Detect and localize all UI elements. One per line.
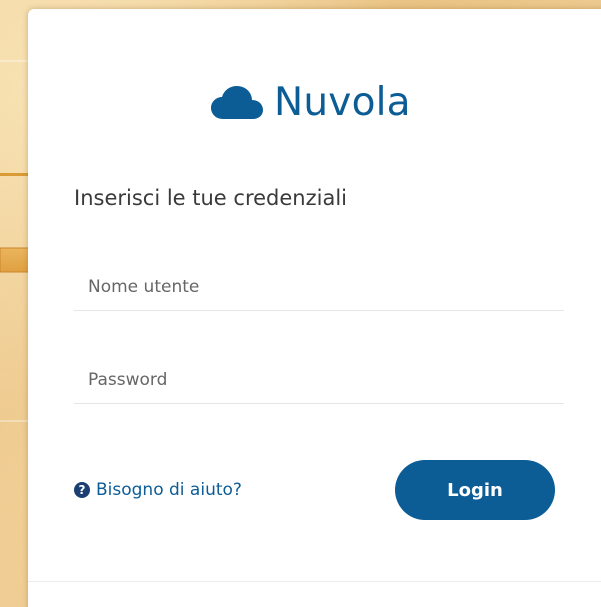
form-heading: Inserisci le tue credenziali <box>74 186 347 210</box>
help-link-label: Bisogno di aiuto? <box>96 480 242 500</box>
password-input[interactable] <box>74 356 564 404</box>
brand-name: Nuvola <box>274 80 411 125</box>
cloud-icon <box>211 85 263 119</box>
help-link[interactable]: ? Bisogno di aiuto? <box>74 480 242 500</box>
brand-logo: Nuvola <box>210 80 411 125</box>
login-button[interactable]: Login <box>395 460 555 520</box>
username-input[interactable] <box>74 263 564 311</box>
question-circle-icon: ? <box>74 482 90 498</box>
card-divider <box>28 581 601 582</box>
